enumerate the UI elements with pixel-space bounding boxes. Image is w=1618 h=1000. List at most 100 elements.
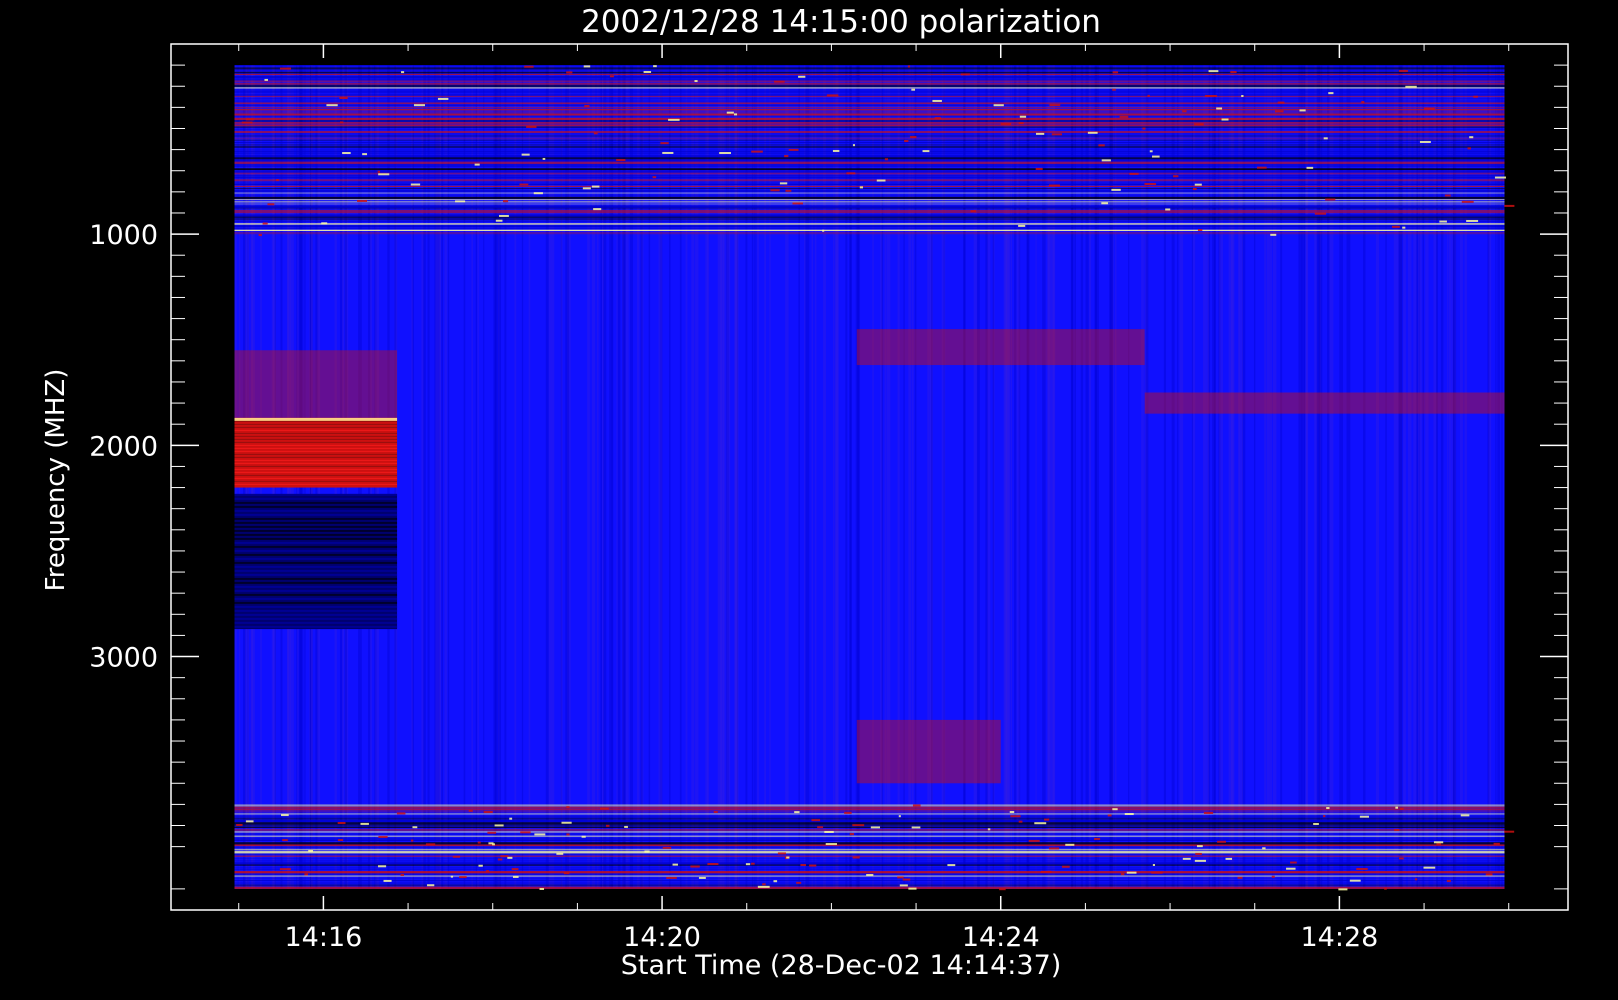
rfi-speck bbox=[993, 104, 1004, 107]
rfi-speck bbox=[1277, 101, 1285, 104]
rfi-speck bbox=[427, 884, 435, 887]
rfi-speck bbox=[276, 179, 279, 182]
feature-stripe bbox=[234, 609, 398, 612]
rfi-speck bbox=[584, 105, 590, 108]
rfi-line bbox=[234, 855, 1505, 857]
rfi-speck bbox=[1275, 110, 1284, 113]
rfi-speck bbox=[800, 864, 806, 867]
rfi-speck bbox=[583, 65, 591, 68]
rfi-line bbox=[234, 853, 1505, 856]
rfi-speck bbox=[563, 872, 570, 875]
rfi-speck bbox=[932, 99, 942, 102]
rfi-speck bbox=[593, 208, 602, 211]
rfi-speck bbox=[811, 819, 821, 822]
rfi-speck bbox=[999, 888, 1006, 891]
rfi-line bbox=[234, 148, 1505, 151]
y-axis-label: Frequency (MHZ) bbox=[41, 369, 71, 592]
rfi-line bbox=[234, 806, 1505, 809]
rfi-line bbox=[234, 170, 1505, 173]
rfi-speck bbox=[1436, 843, 1442, 846]
rfi-line bbox=[234, 216, 1505, 219]
rfi-speck bbox=[497, 858, 503, 861]
rfi-line bbox=[234, 864, 1505, 866]
feature-stripe bbox=[234, 517, 398, 520]
rfi-speck bbox=[1009, 810, 1015, 813]
rfi-speck bbox=[698, 876, 706, 879]
x-tick-label: 14:20 bbox=[623, 922, 701, 953]
rfi-speck bbox=[337, 821, 346, 824]
rfi-speck bbox=[339, 96, 348, 99]
rfi-speck bbox=[1395, 806, 1399, 809]
rfi-speck bbox=[262, 222, 268, 225]
rfi-speck bbox=[378, 865, 387, 868]
rfi-line bbox=[234, 133, 1505, 135]
feature-stripe bbox=[234, 597, 398, 600]
rfi-speck bbox=[1028, 839, 1040, 842]
feature-stripe bbox=[234, 625, 398, 628]
x-tick-label: 14:24 bbox=[962, 922, 1040, 953]
rfi-speck bbox=[1392, 225, 1400, 228]
rfi-speck bbox=[1195, 852, 1202, 855]
rfi-speck bbox=[825, 843, 837, 846]
feature-stripe bbox=[234, 525, 398, 528]
rfi-line bbox=[234, 198, 1505, 201]
rfi-speck bbox=[1197, 229, 1203, 232]
rfi-speck bbox=[483, 811, 493, 814]
feature-stripe bbox=[234, 585, 398, 588]
rfi-speck bbox=[1147, 94, 1150, 97]
rfi-line bbox=[234, 190, 1505, 192]
rfi-speck bbox=[362, 153, 368, 156]
rfi-line bbox=[234, 859, 1505, 862]
rfi-speck bbox=[1485, 873, 1493, 876]
rfi-speck bbox=[1101, 159, 1111, 162]
rfi-speck bbox=[779, 182, 788, 185]
rfi-speck bbox=[809, 864, 817, 867]
rfi-line bbox=[234, 146, 1505, 148]
rfi-speck bbox=[487, 831, 497, 834]
rfi-speck bbox=[817, 826, 824, 829]
rfi-speck bbox=[899, 884, 908, 887]
rfi-speck bbox=[1424, 107, 1435, 110]
rfi-line bbox=[234, 844, 1505, 847]
feature-stripe bbox=[234, 617, 398, 620]
rfi-speck bbox=[1094, 837, 1101, 840]
rfi-speck bbox=[1460, 814, 1470, 817]
rfi-line bbox=[234, 163, 1505, 167]
rfi-line bbox=[234, 886, 1505, 889]
rfi-speck bbox=[437, 97, 449, 100]
rfi-line bbox=[234, 144, 1505, 146]
rfi-speck bbox=[1473, 95, 1478, 98]
rfi-speck bbox=[241, 121, 253, 124]
rfi-line bbox=[234, 884, 1505, 887]
rfi-speck bbox=[1194, 859, 1206, 862]
rfi-speck bbox=[1018, 224, 1026, 227]
rfi-speck bbox=[1433, 841, 1444, 844]
feature-stripe bbox=[234, 569, 398, 572]
rfi-speck bbox=[245, 820, 254, 823]
feature-stripe bbox=[234, 477, 398, 479]
rfi-speck bbox=[911, 88, 916, 91]
rfi-speck bbox=[321, 222, 328, 225]
rfi-speck bbox=[1101, 202, 1108, 205]
rfi-speck bbox=[970, 210, 977, 213]
rfi-speck bbox=[884, 158, 888, 161]
feature-stripe bbox=[234, 453, 398, 455]
rfi-speck bbox=[410, 183, 421, 186]
rfi-line bbox=[234, 130, 1505, 134]
rfi-line bbox=[234, 223, 1505, 225]
feature-band bbox=[856, 329, 1145, 366]
rfi-speck bbox=[1192, 188, 1197, 191]
rfi-speck bbox=[1423, 866, 1436, 869]
feature-stripe bbox=[234, 426, 398, 428]
feature-stripe bbox=[234, 450, 398, 452]
rfi-speck bbox=[582, 187, 591, 190]
y-tick-label: 2000 bbox=[89, 431, 158, 462]
x-tick-label: 14:16 bbox=[284, 922, 362, 953]
rfi-speck bbox=[777, 852, 786, 855]
rfi-speck bbox=[644, 850, 650, 853]
rfi-speck bbox=[1325, 198, 1336, 201]
feature-stripe bbox=[234, 456, 398, 458]
rfi-speck bbox=[846, 172, 856, 175]
rfi-speck bbox=[413, 104, 426, 107]
feature-stripe bbox=[234, 474, 398, 476]
